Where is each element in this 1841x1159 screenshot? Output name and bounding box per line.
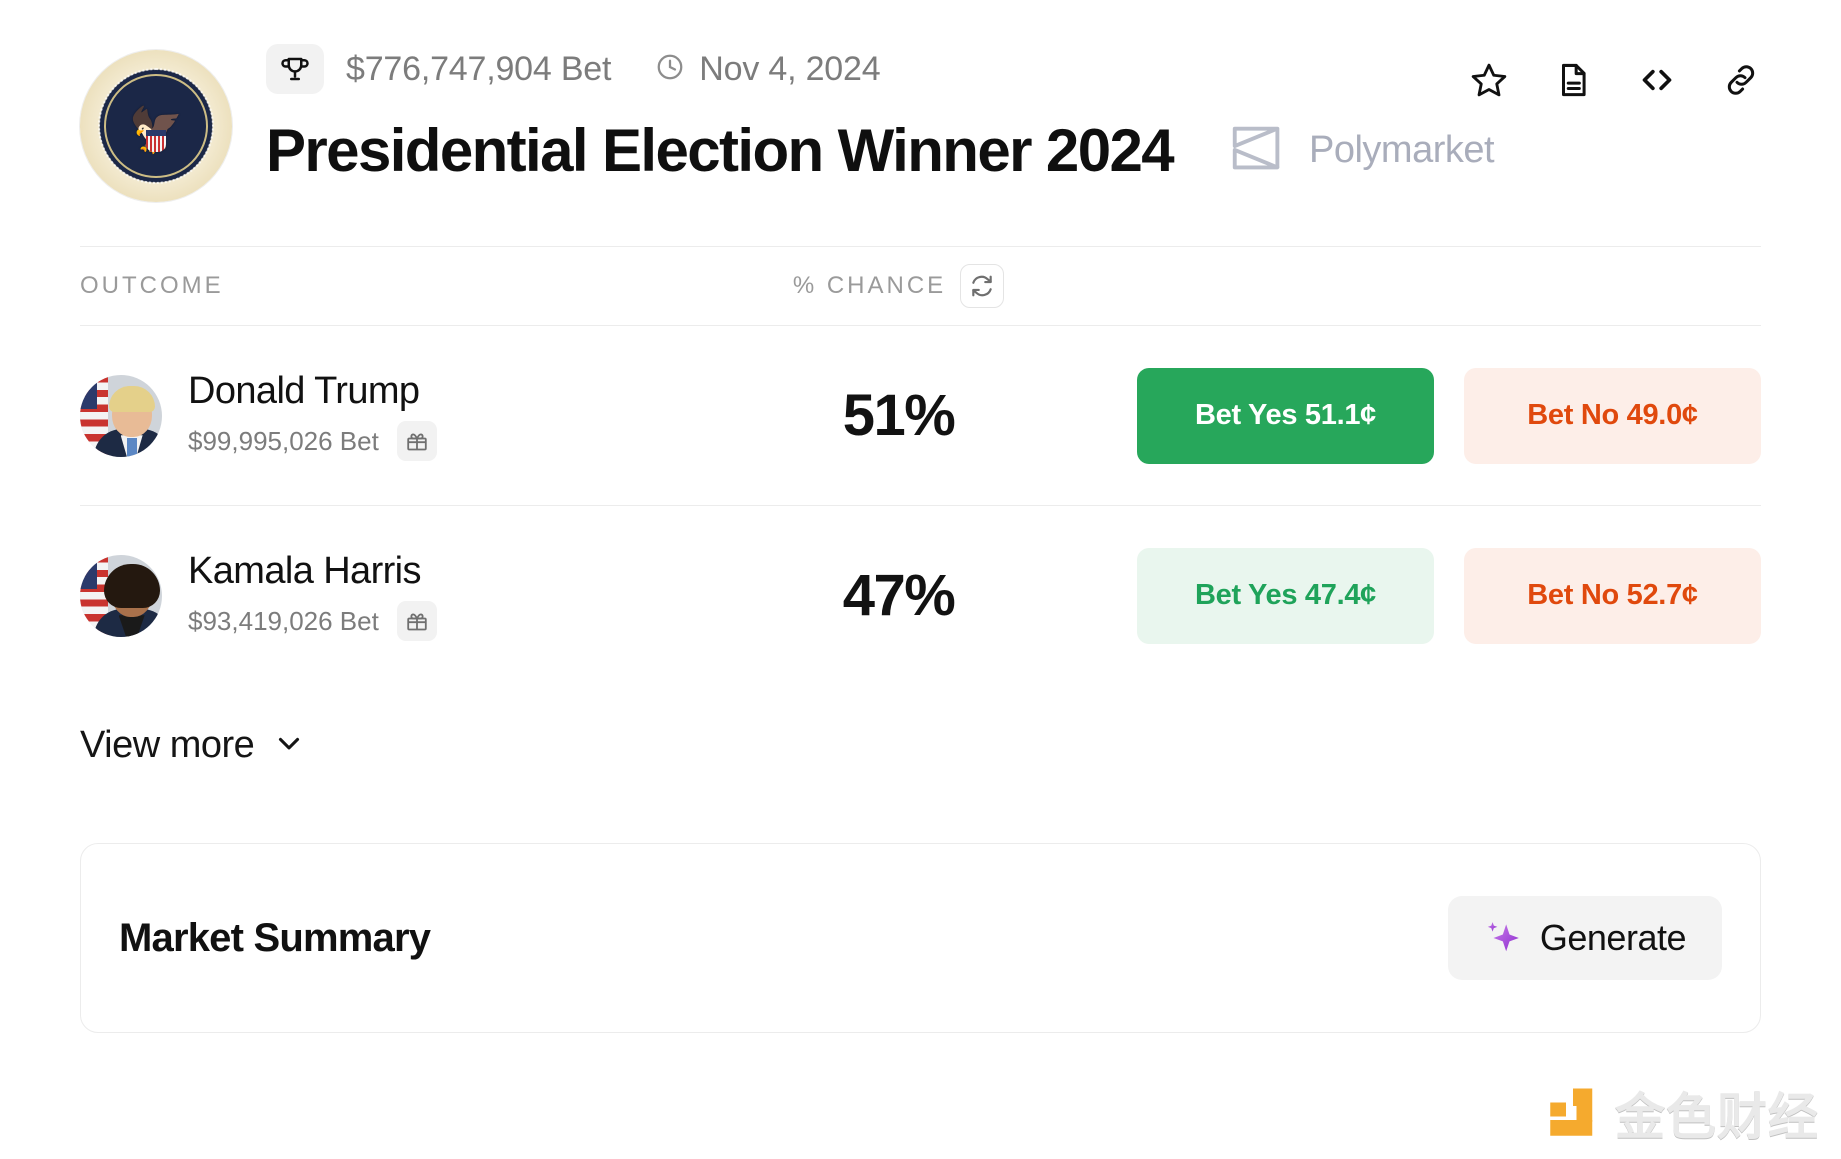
outcome-name-block: Donald Trump $99,995,026 Bet — [188, 370, 437, 461]
document-icon[interactable] — [1553, 60, 1593, 100]
gift-icon[interactable] — [396, 601, 437, 641]
view-more-button[interactable]: View more — [80, 685, 1761, 805]
avatar — [80, 374, 162, 457]
table-row[interactable]: Kamala Harris $93,419,026 Bet 47% Bet Ye… — [80, 505, 1761, 685]
avatar-hair — [108, 385, 155, 412]
code-icon[interactable] — [1637, 60, 1677, 100]
generate-button[interactable]: Generate — [1447, 896, 1722, 980]
page-title: Presidential Election Winner 2024 — [266, 117, 1175, 184]
link-icon[interactable] — [1721, 60, 1761, 100]
chance-cell: 51% — [660, 382, 1137, 449]
header-action-icons — [1469, 60, 1761, 100]
gift-icon[interactable] — [396, 421, 437, 461]
generate-label: Generate — [1539, 917, 1687, 958]
market-end-date: Nov 4, 2024 — [699, 49, 881, 88]
row-actions: Bet Yes 51.1¢ Bet No 49.0¢ — [1137, 367, 1761, 464]
market-date-group: Nov 4, 2024 — [655, 49, 881, 89]
chance-cell: 47% — [660, 562, 1137, 629]
star-icon[interactable] — [1469, 60, 1509, 100]
trophy-icon — [266, 44, 324, 94]
market-summary-title: Market Summary — [119, 915, 431, 960]
column-header-chance-group: % CHANCE — [660, 264, 1137, 308]
bet-yes-button[interactable]: Bet Yes 51.1¢ — [1137, 367, 1434, 464]
polymarket-logo-icon — [1227, 117, 1289, 184]
outcome-sub-row: $93,419,026 Bet — [188, 601, 437, 641]
chevron-down-icon — [272, 726, 306, 765]
chance-value: 51% — [842, 383, 956, 448]
outcome-volume: $93,419,026 Bet — [188, 605, 379, 636]
table-row[interactable]: Donald Trump $99,995,026 Bet 51% Bet Yes… — [80, 325, 1761, 505]
outcome-volume: $99,995,026 Bet — [188, 425, 379, 456]
brand-name: Polymarket — [1309, 129, 1495, 171]
avatar-portrait — [93, 555, 162, 637]
market-volume: $776,747,904 Bet — [346, 49, 612, 88]
view-more-label: View more — [80, 723, 255, 766]
watermark-text: 金色财经 — [1615, 1088, 1819, 1146]
market-page: 🦅 $776,747,904 Bet — [0, 0, 1841, 1159]
watermark: 金色财经 — [1545, 1077, 1819, 1149]
avatar-tie — [126, 438, 137, 457]
row-actions: Bet Yes 47.4¢ Bet No 52.7¢ — [1137, 547, 1761, 644]
avatar-portrait — [93, 375, 162, 457]
presidential-seal-logo: 🦅 — [80, 50, 232, 202]
chance-value: 47% — [842, 563, 956, 628]
bet-no-button[interactable]: Bet No 52.7¢ — [1464, 547, 1761, 644]
outcome-name: Donald Trump — [188, 370, 420, 412]
bet-yes-button[interactable]: Bet Yes 47.4¢ — [1137, 547, 1434, 644]
title-row: Presidential Election Winner 2024 Polyma… — [266, 116, 1761, 185]
outcomes-table: OUTCOME % CHANCE Donald Trump $99,995,02… — [80, 247, 1761, 685]
avatar-hair — [103, 564, 160, 609]
column-header-chance: % CHANCE — [792, 272, 947, 299]
clock-icon — [655, 52, 685, 87]
watermark-logo-icon — [1545, 1085, 1601, 1141]
brand-block: Polymarket — [1227, 117, 1495, 184]
market-header: 🦅 $776,747,904 Bet — [0, 0, 1841, 202]
avatar — [80, 554, 162, 637]
bet-no-button[interactable]: Bet No 49.0¢ — [1464, 367, 1761, 464]
market-summary-card: Market Summary Generate — [80, 843, 1761, 1033]
outcome-name-block: Kamala Harris $93,419,026 Bet — [188, 550, 437, 641]
seal-shield — [146, 130, 166, 153]
table-header-row: OUTCOME % CHANCE — [80, 247, 1761, 325]
sparkle-icon — [1484, 918, 1522, 959]
outcome-sub-row: $99,995,026 Bet — [188, 421, 437, 461]
outcome-name: Kamala Harris — [188, 550, 422, 592]
refresh-icon[interactable] — [960, 264, 1005, 308]
